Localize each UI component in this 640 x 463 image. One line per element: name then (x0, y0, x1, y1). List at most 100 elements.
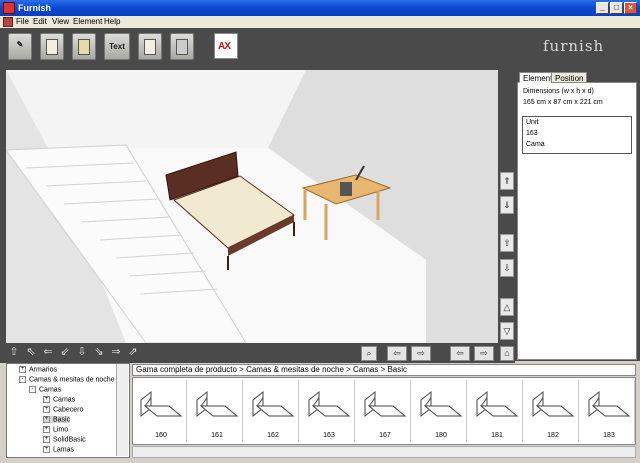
dimensions-value: 165 cm x 87 cm x 221 cm (523, 99, 603, 106)
breadcrumb: Gama completa de producto > Camas & mesi… (132, 364, 636, 376)
pan-down-button[interactable]: ⇩ (500, 259, 514, 277)
panel-icon (176, 39, 188, 55)
bed-thumbnail-icon (308, 390, 351, 418)
tree-item-limo[interactable]: + Limo (43, 426, 68, 433)
view-arrow-icon-3[interactable]: ⇐ (41, 345, 55, 359)
expand-icon[interactable]: + (43, 426, 50, 433)
bed-thumbnail-icon (532, 390, 575, 418)
product-item[interactable]: 181 (471, 380, 523, 442)
product-code: 180 (435, 432, 447, 439)
element-info-box: Unit 163 Cama (522, 116, 632, 154)
product-item[interactable]: 161 (191, 380, 243, 442)
product-scrollbar[interactable] (132, 446, 636, 458)
tree-scrollbar[interactable] (116, 364, 128, 456)
dimensions-label: Dimensions (w x h x d) (523, 88, 594, 95)
search-button[interactable]: ⌕ (361, 346, 377, 361)
view-arrow-icon-1[interactable]: ⇧ (7, 345, 21, 359)
next-button[interactable]: ⇨ (411, 346, 431, 361)
view-arrow-icon-7[interactable]: ⇒ (109, 345, 123, 359)
view-arrow-icon-6[interactable]: ⇘ (92, 345, 106, 359)
app-icon (3, 2, 15, 14)
panel-tool-button[interactable] (170, 33, 194, 60)
menu-edit[interactable]: Edit (33, 17, 47, 26)
pencil-icon: ✎ (16, 40, 24, 49)
bed-thumbnail-icon (476, 390, 519, 418)
bed-thumbnail-icon (588, 390, 631, 418)
product-code: 160 (155, 432, 167, 439)
tree-item-camas[interactable]: - Camas (29, 386, 61, 393)
menu-view[interactable]: View (52, 17, 69, 26)
bed-thumbnail-icon (364, 390, 407, 418)
product-item[interactable]: 162 (247, 380, 299, 442)
brand-area: furnish (515, 28, 640, 66)
door-icon (78, 39, 90, 55)
tree-item-solidbasic[interactable]: + SolidBasic (43, 436, 86, 443)
furnish-logo: furnish (543, 37, 605, 55)
text-tool-label: Text (109, 42, 125, 51)
redo-button[interactable]: ⇨ (474, 346, 494, 361)
bed-thumbnail-icon (252, 390, 295, 418)
undo-button[interactable]: ⇦ (450, 346, 470, 361)
expand-icon[interactable]: + (43, 436, 50, 443)
tree-item-label: Camas & mesitas de noche (29, 376, 115, 384)
tree-item-camas-mesitas[interactable]: - Camas & mesitas de noche (19, 376, 115, 383)
tree-item-label: Lamas (53, 446, 75, 454)
expand-icon[interactable]: + (43, 416, 50, 423)
zoom-out-button[interactable]: ▽ (500, 322, 514, 340)
product-item[interactable]: 163 (303, 380, 355, 442)
product-item[interactable]: 160 (135, 380, 187, 442)
room-scene (6, 70, 498, 343)
close-button[interactable]: × (624, 2, 637, 14)
zoom-in-button[interactable]: △ (500, 298, 514, 316)
menu-element[interactable]: Element (73, 17, 102, 26)
wardrobe-tool-button[interactable] (40, 33, 64, 60)
expand-icon[interactable]: + (19, 366, 26, 373)
rotate-up-button[interactable]: ⇑ (500, 172, 514, 190)
previous-button[interactable]: ⇦ (387, 346, 407, 361)
view-arrow-icon-2[interactable]: ⇖ (24, 345, 38, 359)
pan-up-button[interactable]: ⇧ (500, 234, 514, 252)
text-tool-button[interactable]: Text (104, 33, 130, 60)
expand-icon[interactable]: + (43, 396, 50, 403)
bed-thumbnail-icon (196, 390, 239, 418)
product-item[interactable]: 167 (359, 380, 411, 442)
product-code: 181 (491, 432, 503, 439)
tree-item-label: Camas (39, 386, 62, 394)
product-item[interactable]: 182 (527, 380, 579, 442)
tree-item-cabecero[interactable]: + Cabecero (43, 406, 83, 413)
menu-bar: File Edit View Element Help (0, 16, 640, 28)
tree-item-lamas[interactable]: + Lamas (43, 446, 74, 453)
document-icon (3, 17, 13, 27)
home-button[interactable]: ⌂ (500, 346, 514, 361)
view-arrow-icon-4[interactable]: ⇙ (58, 345, 72, 359)
bed-thumbnail-icon (140, 390, 183, 418)
expand-icon[interactable]: + (43, 446, 50, 453)
menu-file[interactable]: File (16, 17, 29, 26)
collapse-icon[interactable]: - (19, 376, 26, 383)
tree-item-armarios[interactable]: + Armarios (19, 366, 57, 373)
3d-viewport[interactable] (6, 70, 498, 343)
product-code: 162 (267, 432, 279, 439)
category-tree: + Armarios - Camas & mesitas de noche - Cam… (6, 363, 130, 458)
view-arrow-icon-8[interactable]: ⇗ (126, 345, 140, 359)
product-item[interactable]: 183 (583, 380, 635, 442)
tree-item-basic[interactable]: + Basic (43, 416, 71, 424)
tree-item-camas-sub[interactable]: + Camas (43, 396, 75, 403)
cabinet-tool-button[interactable] (138, 33, 162, 60)
expand-icon[interactable]: + (43, 406, 50, 413)
edit-tool-button[interactable]: ✎ (8, 33, 32, 60)
product-code: 183 (603, 432, 615, 439)
tab-position[interactable]: Position (551, 72, 588, 83)
info-code: 163 (526, 130, 538, 137)
minimize-button[interactable]: _ (596, 2, 609, 14)
main-toolbar: ✎ Text (0, 28, 515, 66)
product-item[interactable]: 180 (415, 380, 467, 442)
view-arrow-icon-5[interactable]: ⇩ (75, 345, 89, 359)
menu-help[interactable]: Help (104, 17, 120, 26)
ax-export-button[interactable]: AX (214, 33, 238, 59)
collapse-icon[interactable]: - (29, 386, 36, 393)
door-tool-button[interactable] (72, 33, 96, 60)
product-code: 167 (379, 432, 391, 439)
rotate-down-button[interactable]: ⇓ (500, 196, 514, 214)
maximize-button[interactable]: □ (610, 2, 623, 14)
